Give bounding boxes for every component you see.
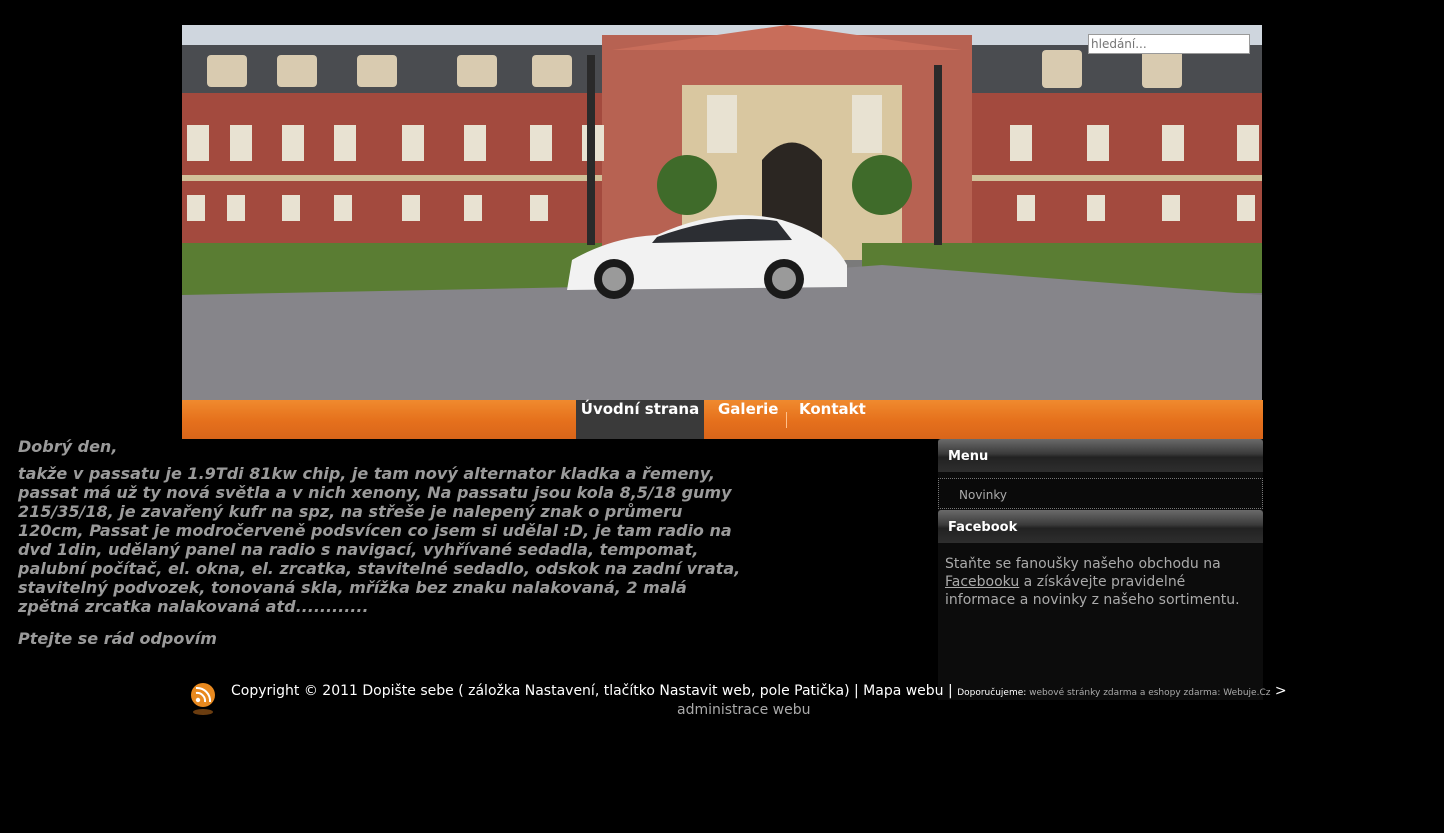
sidebar-menu-heading: Menu xyxy=(938,439,1263,472)
sitemap-link[interactable]: Mapa webu xyxy=(863,683,943,699)
main-navigation: Úvodní strana Galerie Kontakt xyxy=(182,400,1263,439)
tab-kontakt[interactable]: Kontakt xyxy=(799,400,866,439)
footer-text: Copyright © 2011 Dopište sebe ( záložka … xyxy=(231,683,1287,699)
greeting-text: Dobrý den, xyxy=(18,437,118,456)
header-banner-image xyxy=(182,25,1262,400)
search-input[interactable] xyxy=(1088,34,1250,54)
rss-icon[interactable] xyxy=(190,682,216,716)
copyright-text: Copyright © 2011 Dopište sebe ( záložka … xyxy=(231,683,864,699)
tab-galerie[interactable]: Galerie xyxy=(718,400,778,439)
recommend-text: webové stránky zdarma a eshopy zdarma: xyxy=(1029,688,1224,698)
tab-uvodni-strana[interactable]: Úvodní strana xyxy=(576,400,704,439)
recommend-label: Doporučujeme: xyxy=(957,688,1030,698)
closing-text: Ptejte se rád odpovím xyxy=(18,629,217,648)
facebook-text-before: Staňte se fanoušky našeho obchodu na xyxy=(945,556,1221,572)
footer-divider: | xyxy=(943,683,958,699)
sidebar-facebook-heading: Facebook xyxy=(938,510,1263,543)
facebook-link[interactable]: Facebooku xyxy=(945,574,1019,590)
nav-separator xyxy=(786,412,787,428)
admin-link[interactable]: administrace webu xyxy=(677,702,810,718)
facebook-promo-text: Staňte se fanoušky našeho obchodu na Fac… xyxy=(945,555,1260,609)
sidebar: Menu Novinky Facebook Staňte se fanoušky… xyxy=(938,439,1263,700)
webuje-link[interactable]: Webuje.Cz xyxy=(1223,688,1270,698)
sidebar-menu-list: Novinky xyxy=(938,478,1263,509)
article-body: takže v passatu je 1.9Tdi 81kw chip, je … xyxy=(18,464,741,616)
sidebar-item-novinky[interactable]: Novinky xyxy=(959,488,1007,502)
footer-arrow: > xyxy=(1270,683,1287,699)
